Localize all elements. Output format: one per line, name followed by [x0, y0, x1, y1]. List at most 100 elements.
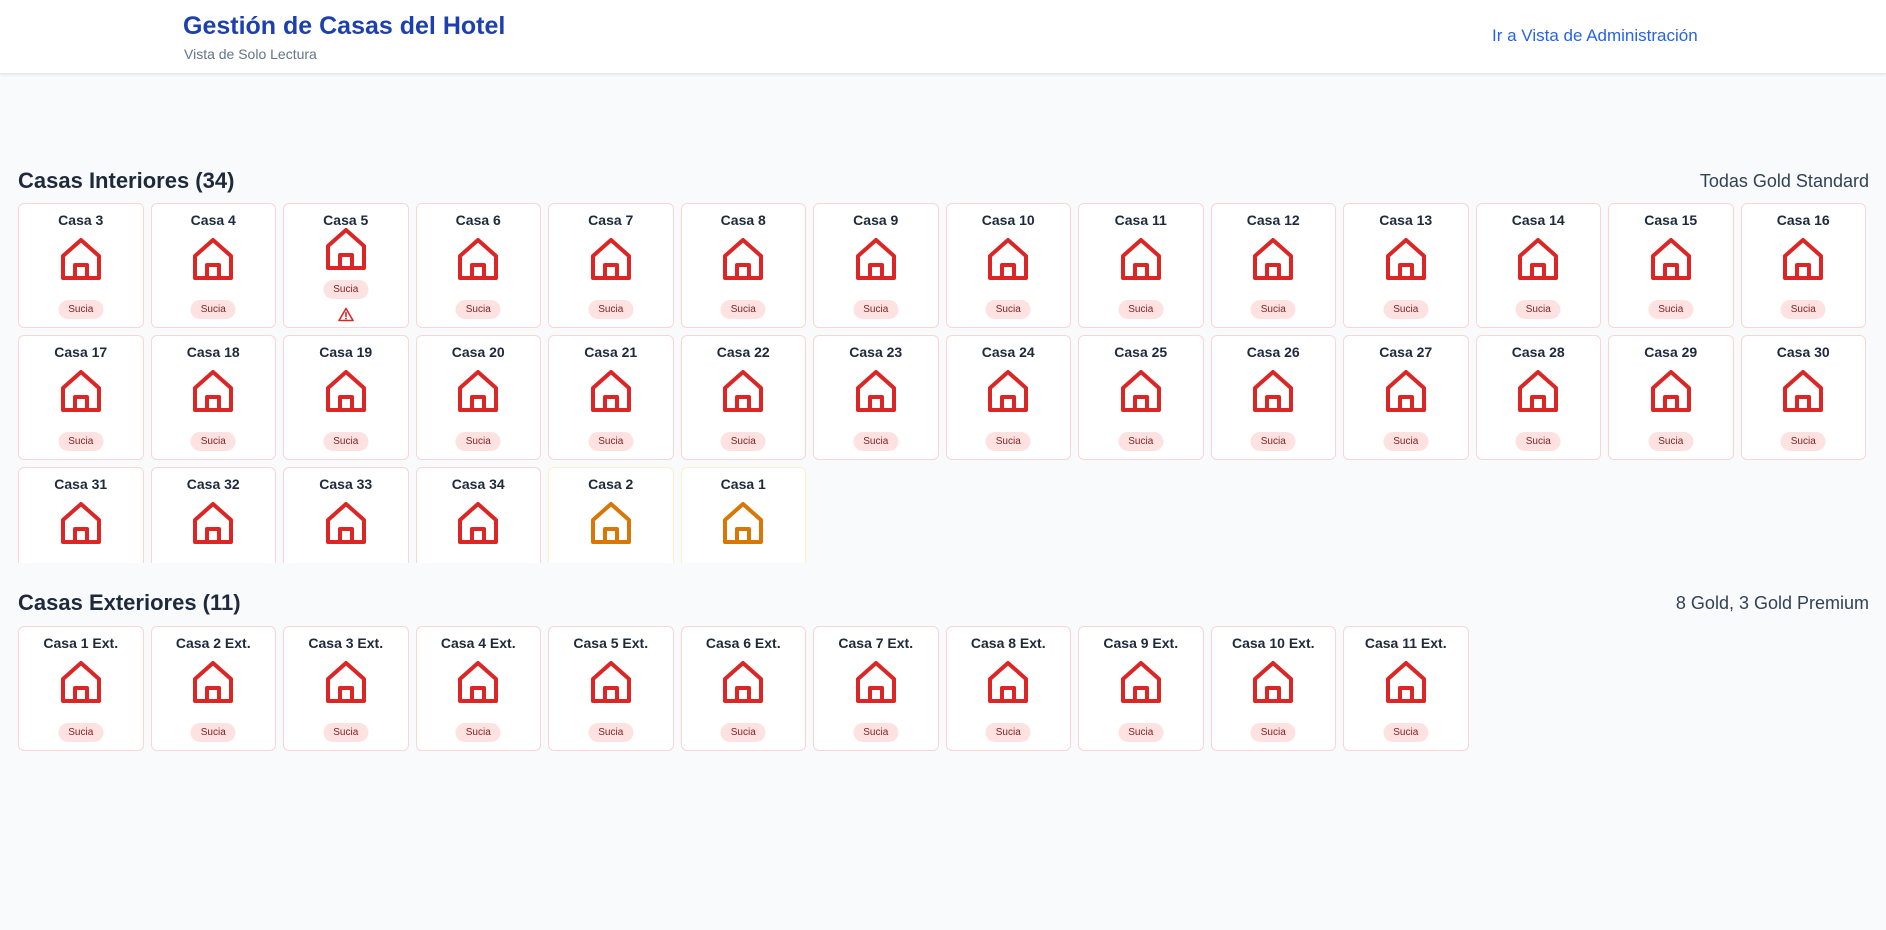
house-card[interactable]: Casa 23 Sucia	[813, 335, 939, 460]
house-card[interactable]: Casa 30 Sucia	[1740, 335, 1866, 460]
house-name: Casa 29	[1644, 344, 1698, 360]
house-icon	[458, 370, 499, 412]
house-card[interactable]: Casa 9 Sucia	[813, 203, 939, 328]
house-name: Casa 2 Ext.	[175, 635, 251, 651]
house-card[interactable]: Casa 2 Ext. Sucia	[150, 626, 276, 751]
house-card[interactable]: Casa 25 Sucia	[1078, 335, 1204, 460]
status-badge: Sucia	[1250, 300, 1296, 319]
status-badge: Sucia	[853, 723, 899, 742]
house-name: Casa 19	[319, 344, 373, 360]
house-icon	[1518, 238, 1559, 280]
house-icon	[590, 502, 631, 544]
house-icon	[723, 370, 764, 412]
house-name: Casa 13	[1379, 212, 1433, 228]
house-card[interactable]: Casa 8 Sucia	[680, 203, 806, 328]
house-name: Casa 10 Ext.	[1232, 635, 1315, 651]
house-name: Casa 21	[584, 344, 638, 360]
admin-view-link[interactable]: Ir a Vista de Administración	[1492, 26, 1698, 46]
house-card[interactable]: Casa 10 Ext. Sucia	[1210, 626, 1336, 751]
house-name: Casa 1	[720, 476, 766, 492]
house-card[interactable]: Casa 4 Ext. Sucia	[415, 626, 541, 751]
house-icon	[60, 238, 101, 280]
house-card[interactable]: Casa 33	[283, 467, 409, 563]
exterior-houses-grid: Casa 1 Ext. Sucia Casa 2 Ext. Sucia Casa…	[18, 626, 1870, 751]
house-card[interactable]: Casa 22 Sucia	[680, 335, 806, 460]
house-card[interactable]: Casa 8 Ext. Sucia	[945, 626, 1071, 751]
status-badge: Sucia	[853, 432, 899, 451]
house-card[interactable]: Casa 3 Sucia	[18, 203, 144, 328]
house-card[interactable]: Casa 32	[150, 467, 276, 563]
house-card[interactable]: Casa 16 Sucia	[1740, 203, 1866, 328]
house-card[interactable]: Casa 24 Sucia	[945, 335, 1071, 460]
interior-section-title: Casas Interiores (34)	[18, 168, 235, 193]
house-name: Casa 12	[1246, 212, 1300, 228]
house-card[interactable]: Casa 34	[415, 467, 541, 563]
house-card[interactable]: Casa 2	[548, 467, 674, 563]
house-card[interactable]: Casa 9 Ext. Sucia	[1078, 626, 1204, 751]
house-name: Casa 6	[455, 212, 501, 228]
house-icon	[60, 370, 101, 412]
house-icon	[193, 238, 234, 280]
house-card[interactable]: Casa 14 Sucia	[1475, 203, 1601, 328]
house-card[interactable]: Casa 28 Sucia	[1475, 335, 1601, 460]
status-badge: Sucia	[1648, 432, 1694, 451]
house-name: Casa 1 Ext.	[43, 635, 119, 651]
house-name: Casa 11 Ext.	[1364, 635, 1447, 651]
status-badge: Sucia	[985, 432, 1031, 451]
house-icon	[193, 661, 234, 703]
house-card[interactable]: Casa 18 Sucia	[150, 335, 276, 460]
house-card[interactable]: Casa 12 Sucia	[1210, 203, 1336, 328]
house-name: Casa 33	[319, 476, 373, 492]
status-badge: Sucia	[1780, 300, 1826, 319]
house-card[interactable]: Casa 1 Ext. Sucia	[18, 626, 144, 751]
house-card[interactable]: Casa 6 Ext. Sucia	[680, 626, 806, 751]
house-name: Casa 31	[54, 476, 108, 492]
house-icon	[1253, 661, 1294, 703]
house-icon	[458, 661, 499, 703]
house-icon	[60, 502, 101, 544]
house-card[interactable]: Casa 11 Ext. Sucia	[1343, 626, 1469, 751]
page-title: Gestión de Casas del Hotel	[183, 12, 506, 40]
house-card[interactable]: Casa 7 Sucia	[548, 203, 674, 328]
house-card[interactable]: Casa 21 Sucia	[548, 335, 674, 460]
house-card[interactable]: Casa 17 Sucia	[18, 335, 144, 460]
house-card[interactable]: Casa 5 Sucia	[283, 203, 409, 328]
house-name: Casa 7	[588, 212, 634, 228]
status-badge: Sucia	[720, 723, 766, 742]
status-badge: Sucia	[323, 280, 369, 299]
house-name: Casa 30	[1776, 344, 1830, 360]
house-card[interactable]: Casa 19 Sucia	[283, 335, 409, 460]
house-card[interactable]: Casa 31	[18, 467, 144, 563]
house-card[interactable]: Casa 15 Sucia	[1608, 203, 1734, 328]
status-badge: Sucia	[1515, 300, 1561, 319]
house-card[interactable]: Casa 27 Sucia	[1343, 335, 1469, 460]
status-badge: Sucia	[323, 723, 369, 742]
status-badge: Sucia	[720, 432, 766, 451]
house-card[interactable]: Casa 29 Sucia	[1608, 335, 1734, 460]
house-icon	[193, 370, 234, 412]
house-icon	[325, 228, 366, 270]
status-badge: Sucia	[455, 300, 501, 319]
house-name: Casa 5 Ext.	[573, 635, 649, 651]
house-card[interactable]: Casa 7 Ext. Sucia	[813, 626, 939, 751]
house-icon	[1518, 370, 1559, 412]
house-card[interactable]: Casa 6 Sucia	[415, 203, 541, 328]
house-name: Casa 8 Ext.	[970, 635, 1046, 651]
status-badge: Sucia	[1118, 300, 1164, 319]
house-name: Casa 3	[58, 212, 104, 228]
house-card[interactable]: Casa 5 Ext. Sucia	[548, 626, 674, 751]
status-badge: Sucia	[1118, 723, 1164, 742]
house-icon	[1253, 370, 1294, 412]
status-badge: Sucia	[588, 723, 634, 742]
house-card[interactable]: Casa 11 Sucia	[1078, 203, 1204, 328]
house-card[interactable]: Casa 20 Sucia	[415, 335, 541, 460]
house-card[interactable]: Casa 10 Sucia	[945, 203, 1071, 328]
house-card[interactable]: Casa 1	[680, 467, 806, 563]
exterior-section-summary: 8 Gold, 3 Gold Premium	[1675, 593, 1869, 613]
house-card[interactable]: Casa 3 Ext. Sucia	[283, 626, 409, 751]
house-card[interactable]: Casa 4 Sucia	[150, 203, 276, 328]
house-card[interactable]: Casa 26 Sucia	[1210, 335, 1336, 460]
status-badge: Sucia	[720, 300, 766, 319]
house-card[interactable]: Casa 13 Sucia	[1343, 203, 1469, 328]
house-name: Casa 27	[1379, 344, 1433, 360]
